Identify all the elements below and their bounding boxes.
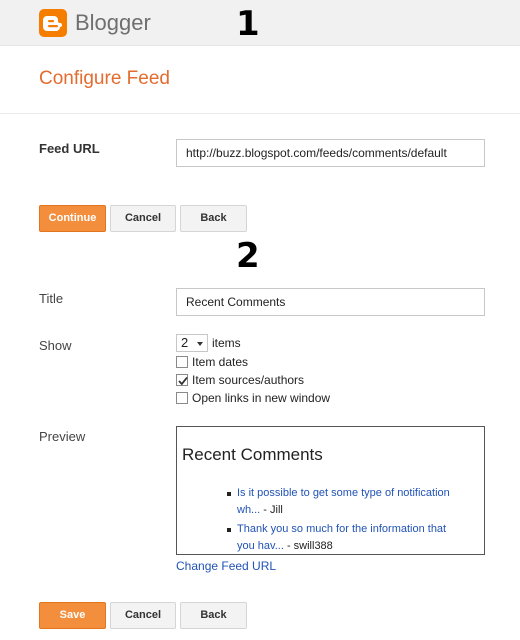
save-button[interactable]: Save xyxy=(39,602,106,629)
preview-heading: Recent Comments xyxy=(182,445,323,464)
back-button-bottom[interactable]: Back xyxy=(180,602,247,629)
cancel-button-bottom[interactable]: Cancel xyxy=(110,602,176,629)
comment-link[interactable]: Is it possible to get some type of notif… xyxy=(237,487,450,499)
bullet xyxy=(227,492,231,496)
item-count-select[interactable]: 2 xyxy=(176,334,208,352)
title-label: Title xyxy=(39,291,64,306)
feed-url-input[interactable]: http://buzz.blogspot.com/feeds/comments/… xyxy=(176,139,485,167)
back-button[interactable]: Back xyxy=(180,205,247,232)
comment-author: - Jill xyxy=(260,504,283,516)
preview-label: Preview xyxy=(39,429,86,444)
title-input[interactable]: Recent Comments xyxy=(176,288,485,316)
preview-list: Is it possible to get some type of notif… xyxy=(227,485,477,554)
item-dates-checkbox[interactable] xyxy=(176,356,188,368)
chevron-down-icon xyxy=(197,342,203,346)
brand-name[interactable]: Blogger xyxy=(75,10,151,36)
comment-link-continued[interactable]: you hav... xyxy=(237,540,284,552)
continue-button[interactable]: Continue xyxy=(39,205,106,232)
item-dates-label: Item dates xyxy=(192,355,249,369)
comment-link-continued[interactable]: wh... xyxy=(237,504,260,516)
item-count-value: 2 xyxy=(181,335,189,350)
top-bar: Blogger 1 xyxy=(0,0,520,46)
item-sources-label: Item sources/authors xyxy=(192,373,305,387)
blogger-logo-icon[interactable] xyxy=(39,9,67,37)
checkmark-icon xyxy=(178,376,188,386)
page-title: Configure Feed xyxy=(39,68,170,89)
change-feed-url-link[interactable]: Change Feed URL xyxy=(176,559,276,573)
preview-panel: Recent Comments Is it possible to get so… xyxy=(176,426,485,555)
item-sources-checkbox[interactable] xyxy=(176,374,188,386)
divider xyxy=(0,113,520,114)
step-number-two: 2 xyxy=(236,236,260,276)
items-label: items xyxy=(212,336,241,350)
open-links-checkbox[interactable] xyxy=(176,392,188,404)
bullet xyxy=(227,528,231,532)
list-item: Thank you so much for the information th… xyxy=(227,521,477,554)
cancel-button[interactable]: Cancel xyxy=(110,205,176,232)
comment-author: - swill388 xyxy=(283,540,333,552)
step-number-one: 1 xyxy=(236,4,260,44)
list-item: Is it possible to get some type of notif… xyxy=(227,485,477,519)
open-links-label: Open links in new window xyxy=(192,391,331,405)
comment-link[interactable]: Thank you so much for the information th… xyxy=(237,523,446,535)
show-label: Show xyxy=(39,338,72,353)
feed-url-label: Feed URL xyxy=(39,141,100,156)
